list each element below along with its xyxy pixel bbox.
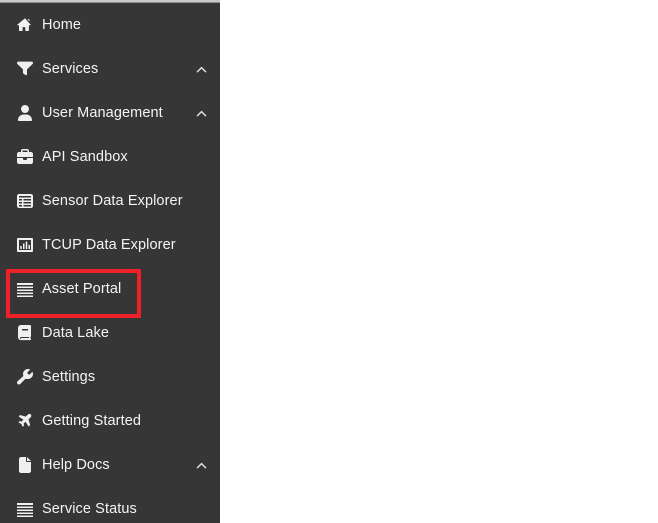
sidebar-item-label: Data Lake [42,325,109,341]
sidebar-item-label: Getting Started [42,413,142,429]
filter-icon [16,61,33,78]
sidebar-item-label: Services [42,61,99,77]
sidebar-item-api-sandbox[interactable]: API Sandbox [0,135,220,179]
sidebar-item-settings[interactable]: Settings [0,355,220,399]
sidebar-item-sensor-data-explorer[interactable]: Sensor Data Explorer [0,179,220,223]
bar-chart-icon [16,237,33,254]
sidebar-item-label: Help Docs [42,457,110,473]
briefcase-icon [16,149,33,166]
sidebar-item-data-lake[interactable]: Data Lake [0,311,220,355]
sidebar-item-label: User Management [42,105,163,121]
wrench-icon [16,369,33,386]
sidebar-item-user-management[interactable]: User Management [0,91,220,135]
sidebar-item-label: API Sandbox [42,149,128,165]
sidebar-navigation: Home Services User Management API Sandbox Se… [0,3,220,523]
sidebar-item-home[interactable]: Home [0,3,220,47]
sidebar-item-label: Service Status [42,501,137,517]
sidebar-item-label: Home [42,17,82,33]
chevron-up-icon[interactable] [194,62,208,76]
home-icon [16,17,33,34]
sidebar-item-getting-started[interactable]: Getting Started [0,399,220,443]
sidebar-item-label: Settings [42,369,96,385]
chevron-up-icon[interactable] [194,458,208,472]
sidebar-item-help-docs[interactable]: Help Docs [0,443,220,487]
user-icon [16,105,33,122]
sidebar-menu-list: Home Services User Management API Sandbox Se… [0,3,220,523]
table-list-icon [16,193,33,210]
app-root: Home Services User Management API Sandbox Se… [0,0,658,523]
book-icon [16,325,33,342]
sidebar-item-service-status[interactable]: Service Status [0,487,220,523]
sidebar-item-services[interactable]: Services [0,47,220,91]
sidebar-item-label: TCUP Data Explorer [42,237,176,253]
file-icon [16,457,33,474]
chevron-up-icon[interactable] [194,106,208,120]
sidebar-item-asset-portal[interactable]: Asset Portal [0,267,220,318]
list-lines-icon [16,501,33,518]
main-content-area [220,0,658,523]
sidebar-item-label: Asset Portal [42,281,122,297]
plane-icon [16,413,33,430]
sidebar-item-tcup-data-explorer[interactable]: TCUP Data Explorer [0,223,220,267]
list-lines-icon [16,281,33,298]
sidebar-item-label: Sensor Data Explorer [42,193,183,209]
